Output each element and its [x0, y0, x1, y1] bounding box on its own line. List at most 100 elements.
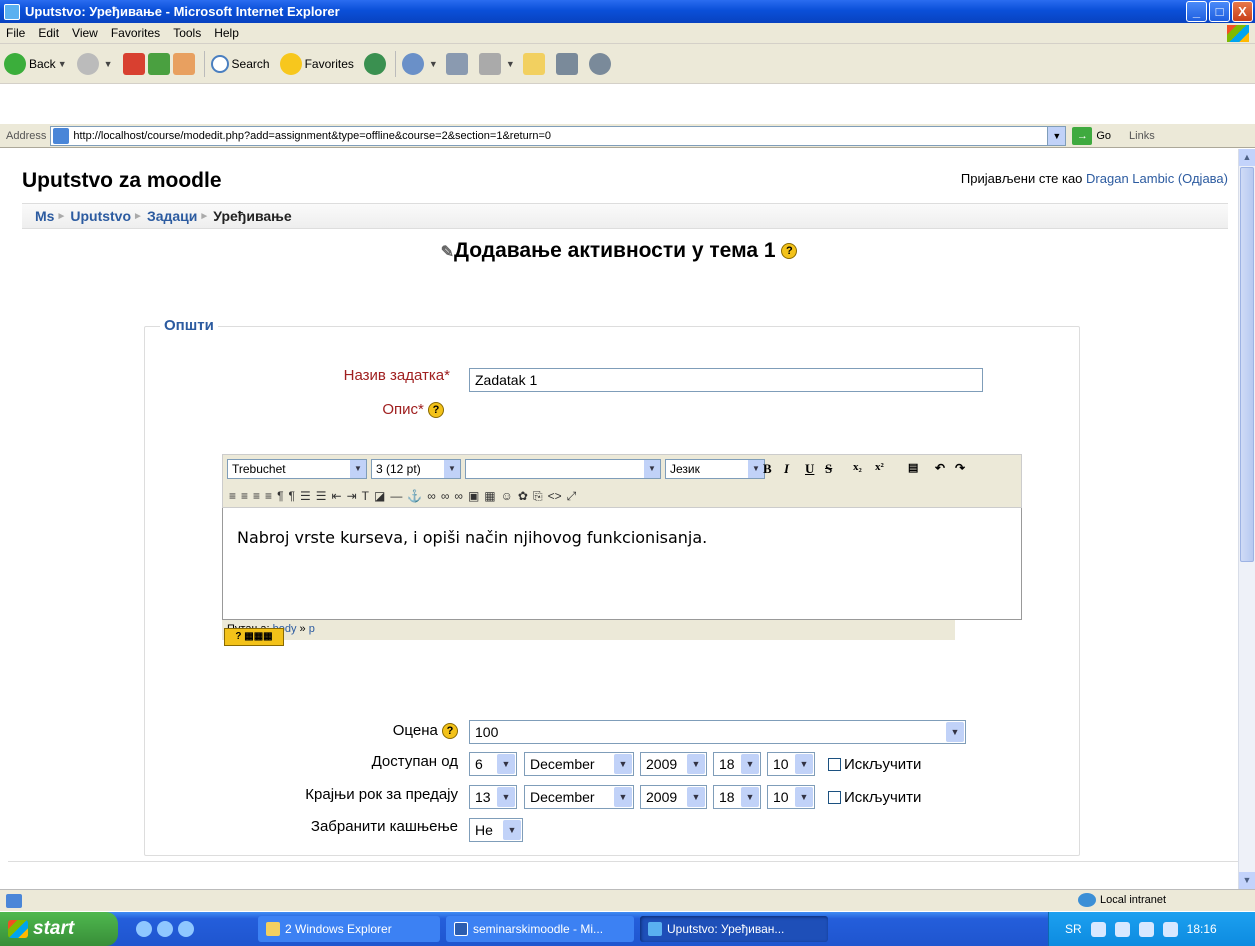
available-hour-select[interactable]: 18 ▼: [713, 752, 761, 776]
links-button[interactable]: Links: [1129, 130, 1155, 142]
folder-icon[interactable]: [522, 52, 545, 75]
available-minute-select[interactable]: 10 ▼: [767, 752, 815, 776]
align-left-icon[interactable]: ≡: [229, 489, 236, 503]
ltr-icon[interactable]: ¶: [277, 489, 283, 503]
breadcrumb-item[interactable]: Ms: [35, 208, 54, 224]
volume-tray-icon[interactable]: [1162, 921, 1178, 937]
stop-icon[interactable]: [122, 52, 145, 75]
start-button[interactable]: start: [0, 912, 118, 946]
undo-icon[interactable]: ↶: [935, 461, 945, 476]
font-size-select[interactable]: 3 (12 pt) ▼: [371, 459, 461, 479]
superscript-icon[interactable]: x²: [875, 461, 884, 473]
forward-button[interactable]: ▼: [76, 52, 113, 75]
save-quicklaunch-icon[interactable]: [178, 921, 194, 937]
rtl-icon[interactable]: ¶: [289, 489, 295, 503]
network-tray-icon[interactable]: [1114, 921, 1130, 937]
close-button[interactable]: X: [1232, 1, 1253, 22]
due-day-select[interactable]: 13 ▼: [469, 785, 517, 809]
menu-help[interactable]: Help: [214, 26, 239, 40]
due-disable-checkbox[interactable]: Искључити: [828, 789, 921, 806]
horizontal-rule-icon[interactable]: —: [390, 489, 402, 503]
scroll-down-icon[interactable]: ▼: [1239, 872, 1255, 889]
bold-button[interactable]: B: [763, 461, 772, 477]
image-icon[interactable]: ▣: [468, 489, 479, 503]
ie-quicklaunch-icon[interactable]: [136, 921, 152, 937]
prevent-late-select[interactable]: Не ▼: [469, 818, 523, 842]
align-center-icon[interactable]: ≡: [241, 489, 248, 503]
minimize-button[interactable]: _: [1186, 1, 1207, 22]
justify-icon[interactable]: ≡: [265, 489, 272, 503]
help-icon[interactable]: ?: [442, 723, 458, 740]
unlink-icon[interactable]: ∞: [441, 489, 450, 503]
anchor-icon[interactable]: ⚓: [407, 489, 422, 503]
breadcrumb-item[interactable]: Uputstvo: [70, 208, 131, 224]
table-icon[interactable]: ▦: [484, 489, 495, 503]
address-dropdown-icon[interactable]: ▼: [1047, 126, 1066, 145]
taskbar-item-ie[interactable]: Uputstvo: Уређиван...: [640, 916, 828, 942]
due-year-select[interactable]: 2009 ▼: [640, 785, 707, 809]
grade-select[interactable]: 100 ▼: [469, 720, 966, 744]
go-button[interactable]: → Go: [1072, 126, 1111, 145]
keyboard-help-icon[interactable]: ? ▦▦▦: [224, 628, 284, 646]
language-indicator[interactable]: SR: [1065, 922, 1082, 936]
link-icon[interactable]: ∞: [427, 489, 436, 503]
back-button[interactable]: Back ▼: [4, 52, 67, 75]
scrollbar-thumb[interactable]: [1240, 167, 1254, 562]
outdent-icon[interactable]: ⇤: [332, 489, 342, 503]
mail-icon[interactable]: [401, 52, 424, 75]
maximize-button[interactable]: □: [1209, 1, 1230, 22]
available-year-select[interactable]: 2009 ▼: [640, 752, 707, 776]
menu-view[interactable]: View: [72, 26, 98, 40]
available-day-select[interactable]: 6 ▼: [469, 752, 517, 776]
editor-textarea[interactable]: Nabroj vrste kurseva, i opiši način njih…: [222, 508, 1022, 620]
available-month-select[interactable]: December ▼: [524, 752, 634, 776]
messenger-icon[interactable]: [588, 52, 611, 75]
font-select[interactable]: Trebuchet ▼: [227, 459, 367, 479]
text-color-icon[interactable]: T: [362, 489, 369, 503]
fullscreen-icon[interactable]: ⤢: [567, 489, 577, 504]
nolink-icon[interactable]: ∞: [454, 489, 463, 503]
taskbar-item-word[interactable]: seminarskimoodle - Mi...: [446, 916, 634, 942]
address-input[interactable]: http://localhost/course/modedit.php?add=…: [50, 125, 1067, 146]
search-button[interactable]: Search: [210, 54, 270, 73]
due-minute-select[interactable]: 10 ▼: [767, 785, 815, 809]
refresh-icon[interactable]: [147, 52, 170, 75]
style-select[interactable]: ▼: [465, 459, 661, 479]
subscript-icon[interactable]: x₂: [853, 461, 862, 473]
smiley-icon[interactable]: ☺: [501, 489, 513, 503]
html-source-icon[interactable]: <>: [548, 489, 562, 503]
underline-button[interactable]: U: [805, 461, 814, 477]
home-icon[interactable]: [172, 52, 195, 75]
logout-link[interactable]: (Одјава): [1178, 171, 1228, 186]
due-month-select[interactable]: December ▼: [524, 785, 634, 809]
menu-edit[interactable]: Edit: [38, 26, 59, 40]
name-field[interactable]: [469, 368, 983, 392]
ordered-list-icon[interactable]: ☰: [300, 489, 311, 503]
due-hour-select[interactable]: 18 ▼: [713, 785, 761, 809]
italic-button[interactable]: I: [784, 461, 789, 477]
align-right-icon[interactable]: ≡: [253, 489, 260, 503]
site-name[interactable]: Uputstvo za moodle: [22, 169, 222, 193]
research-icon[interactable]: [555, 52, 578, 75]
scroll-up-icon[interactable]: ▲: [1239, 149, 1255, 166]
available-disable-checkbox[interactable]: Искључити: [828, 756, 921, 773]
redo-icon[interactable]: ↷: [955, 461, 965, 476]
user-link[interactable]: Dragan Lambic: [1086, 171, 1174, 186]
help-icon[interactable]: ?: [781, 243, 798, 260]
help-tray-icon[interactable]: [1138, 921, 1154, 937]
path-p-link[interactable]: p: [309, 623, 315, 635]
media-icon[interactable]: [363, 52, 386, 75]
favorites-button[interactable]: Favorites: [279, 52, 354, 75]
language-select[interactable]: Језик ▼: [665, 459, 765, 479]
menu-file[interactable]: File: [6, 26, 25, 40]
menu-favorites[interactable]: Favorites: [111, 26, 160, 40]
print-icon[interactable]: [445, 52, 468, 75]
menu-tools[interactable]: Tools: [173, 26, 201, 40]
bg-color-icon[interactable]: ◪: [374, 489, 385, 503]
special-char-icon[interactable]: ✿: [518, 489, 528, 503]
vertical-scrollbar[interactable]: ▲ ▼: [1238, 149, 1255, 889]
edit-icon[interactable]: [478, 52, 501, 75]
strikethrough-button[interactable]: S: [825, 461, 832, 477]
browser-quicklaunch-icon[interactable]: [157, 921, 173, 937]
keyboard-tray-icon[interactable]: [1090, 921, 1106, 937]
